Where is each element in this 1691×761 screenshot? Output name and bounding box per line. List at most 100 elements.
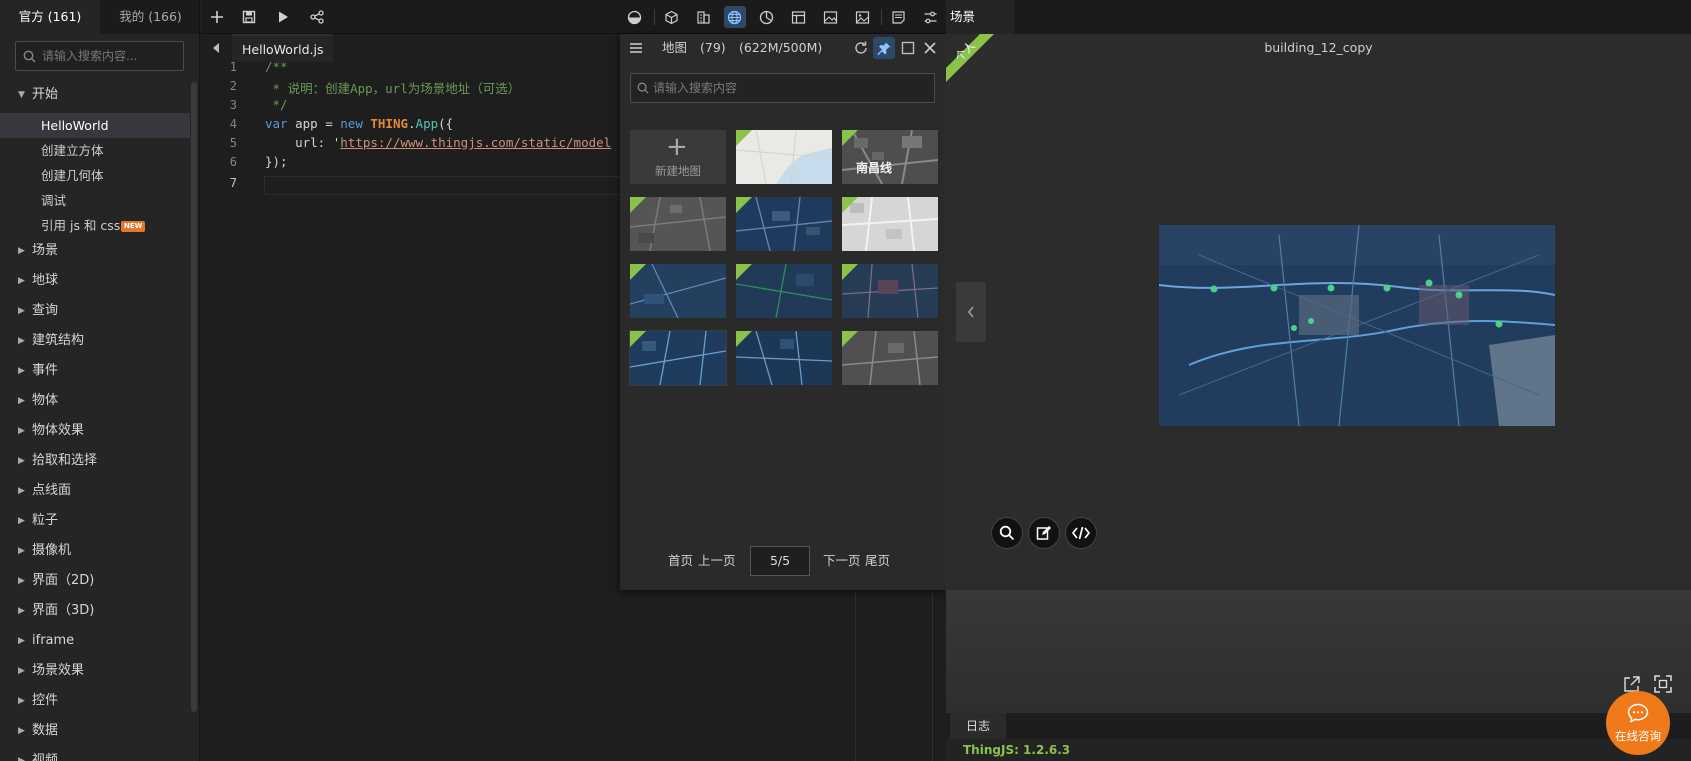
- maximize-icon[interactable]: [900, 40, 916, 56]
- tree-node-category[interactable]: ▶ 数据: [0, 718, 190, 744]
- caret-right-icon: ▶: [18, 546, 25, 556]
- save-button[interactable]: [233, 0, 265, 34]
- map-button[interactable]: [718, 0, 750, 34]
- chat-bubble-icon: [1627, 703, 1649, 723]
- green-ribbon: [842, 197, 858, 213]
- map-thumbnail[interactable]: 南昌线: [842, 130, 938, 184]
- tree-item-create-cube[interactable]: 创建立方体: [0, 138, 190, 163]
- tree-item-create-geometry[interactable]: 创建几何体: [0, 163, 190, 188]
- edit-button[interactable]: [1028, 517, 1060, 549]
- tree-node-category[interactable]: ▶ 控件: [0, 688, 190, 714]
- tree-node-label: 控件: [32, 693, 59, 708]
- pin-icon[interactable]: [876, 40, 892, 56]
- last-page-link[interactable]: 尾页: [865, 546, 890, 576]
- tree-node-category[interactable]: ▶ 物体: [0, 388, 190, 414]
- code-token: THING: [370, 116, 409, 131]
- run-button[interactable]: [267, 0, 299, 34]
- tree-node-category[interactable]: ▶ 建筑结构: [0, 328, 190, 354]
- line-number: 1: [229, 60, 237, 74]
- refresh-icon[interactable]: [853, 40, 869, 56]
- sidebar-search-placeholder: 请输入搜索内容...: [42, 49, 138, 63]
- tree-item-helloworld[interactable]: HelloWorld: [0, 113, 190, 138]
- next-page-link[interactable]: 下一页: [823, 546, 861, 576]
- collapse-sidebar-button[interactable]: [201, 34, 231, 62]
- tab-scene[interactable]: 场景: [946, 0, 1014, 34]
- map-thumbnail[interactable]: [630, 331, 726, 385]
- tree-node-category[interactable]: ▶ 拾取和选择: [0, 448, 190, 474]
- close-icon[interactable]: [922, 40, 938, 56]
- tab-mine[interactable]: 我的 (166): [101, 0, 199, 34]
- tab-scene-label: 场景: [950, 9, 976, 24]
- layout-icon: [791, 10, 805, 24]
- caret-right-icon: ▶: [18, 366, 25, 376]
- tree-node-category[interactable]: ▶ 地球: [0, 268, 190, 294]
- menu-icon[interactable]: [628, 40, 644, 56]
- url-string[interactable]: https://www.thingjs.com/static/model: [340, 135, 611, 150]
- tree-node-category[interactable]: ▶ 场景: [0, 238, 190, 264]
- tree-node-label: 场景效果: [32, 663, 85, 678]
- settings-button[interactable]: [914, 0, 946, 34]
- tree-node-category[interactable]: ▶ 查询: [0, 298, 190, 324]
- tree-item-debug[interactable]: 调试: [0, 188, 190, 213]
- tab-official[interactable]: 官方 (161): [0, 0, 100, 34]
- tree-node-category[interactable]: ▶ 界面（3D): [0, 598, 190, 624]
- map-panel-size: (622M/500M): [739, 40, 823, 55]
- log-tabbar: 日志: [946, 713, 1691, 739]
- map-thumbnail[interactable]: [842, 331, 938, 385]
- caret-right-icon: ▶: [18, 456, 25, 466]
- tree-node-label: 事件: [32, 363, 59, 378]
- tree-node-category[interactable]: ▶ 摄像机: [0, 538, 190, 564]
- tree-node-category[interactable]: ▶ 界面（2D): [0, 568, 190, 594]
- building-button[interactable]: [687, 0, 719, 34]
- caret-right-icon: ▶: [18, 726, 25, 736]
- code-view-button[interactable]: [1065, 517, 1097, 549]
- chart-button[interactable]: [750, 0, 782, 34]
- map-thumbnail[interactable]: [842, 197, 938, 251]
- tab-log[interactable]: 日志: [950, 713, 1006, 739]
- map-thumbnail[interactable]: [842, 264, 938, 318]
- new-map-button[interactable]: + 新建地图: [630, 130, 726, 184]
- tree-node-category[interactable]: ▶ 物体效果: [0, 418, 190, 444]
- tree-node-category[interactable]: ▶ 视频: [0, 748, 190, 761]
- map-panel-count: (79): [700, 40, 726, 55]
- tree-node-category[interactable]: ▶ 事件: [0, 358, 190, 384]
- tree-node-category[interactable]: ▶ 粒子: [0, 508, 190, 534]
- tree-item-label: 创建几何体: [41, 168, 104, 183]
- map-thumbnail[interactable]: [736, 331, 832, 385]
- layout-button[interactable]: [782, 0, 814, 34]
- scene-preview-image: [1159, 225, 1555, 426]
- page-number-input[interactable]: 5/5: [750, 546, 810, 576]
- tree-node-start[interactable]: ▼ 开始: [0, 82, 190, 108]
- new-badge: NEW: [121, 221, 146, 232]
- collapse-panel-button[interactable]: [956, 282, 986, 342]
- tree-node-category[interactable]: ▶ 场景效果: [0, 658, 190, 684]
- layers-button[interactable]: [618, 0, 650, 34]
- gallery-button[interactable]: [846, 0, 878, 34]
- code-line: */: [265, 97, 288, 112]
- prev-page-link[interactable]: 上一页: [698, 546, 736, 576]
- line-number: 4: [229, 117, 237, 131]
- map-thumbnail[interactable]: [736, 130, 832, 184]
- map-search-input[interactable]: 请输入搜索内容: [630, 73, 935, 103]
- sidebar-scrollbar[interactable]: [191, 82, 197, 712]
- tree-item-include-js-css[interactable]: 引用 js 和 css NEW: [0, 213, 190, 238]
- tree-node-category[interactable]: ▶ 点线面: [0, 478, 190, 504]
- share-button[interactable]: [301, 0, 333, 34]
- image-button[interactable]: [814, 0, 846, 34]
- map-thumbnail[interactable]: [630, 264, 726, 318]
- new-file-button[interactable]: [201, 0, 233, 34]
- sidebar-search-input[interactable]: 请输入搜索内容...: [15, 41, 184, 71]
- notes-button[interactable]: [882, 0, 914, 34]
- fullscreen-icon[interactable]: [1653, 674, 1673, 694]
- map-thumbnail[interactable]: [630, 197, 726, 251]
- map-thumbnail[interactable]: [736, 264, 832, 318]
- map-thumbnail[interactable]: [736, 197, 832, 251]
- model-button[interactable]: [655, 0, 687, 34]
- zoom-button[interactable]: [991, 517, 1023, 549]
- file-tab-helloworld[interactable]: HelloWorld.js: [232, 34, 334, 62]
- online-consult-button[interactable]: 在线咨询: [1606, 691, 1670, 755]
- code-line: var app = new THING.App({: [265, 116, 453, 131]
- first-page-link[interactable]: 首页: [668, 546, 693, 576]
- tree-node-label: 开始: [32, 87, 59, 102]
- tree-node-category[interactable]: ▶ iframe: [0, 628, 190, 654]
